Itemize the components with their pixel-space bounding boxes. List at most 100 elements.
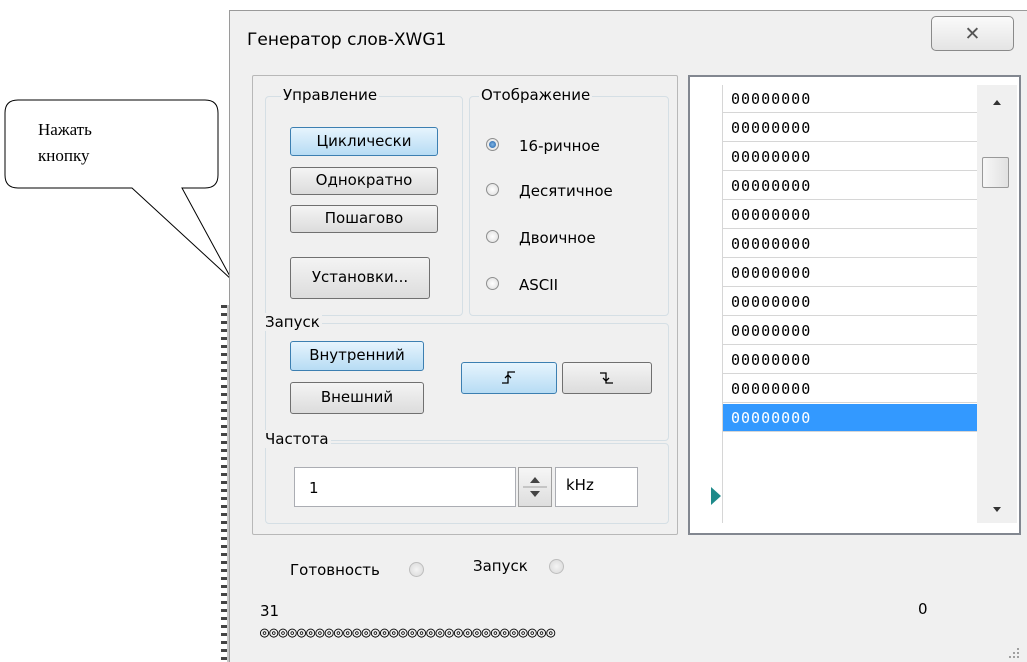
callout-text-line1: Нажать <box>38 120 92 139</box>
ready-indicator <box>409 562 424 577</box>
falling-edge-icon <box>600 372 613 384</box>
ready-label: Готовность <box>290 561 380 579</box>
word-row[interactable]: 00000000 <box>723 346 977 374</box>
bit-high-label: 31 <box>260 602 280 620</box>
word-value: 00000000 <box>731 90 812 108</box>
frequency-spinner[interactable] <box>518 467 552 507</box>
resize-grip-icon[interactable] <box>1006 645 1022 661</box>
bit-indicator-icon: ◎ <box>352 623 362 641</box>
word-value: 00000000 <box>731 119 812 137</box>
word-row[interactable]: 00000000 <box>723 230 977 258</box>
radio-decimal-label: Десятичное <box>519 182 613 200</box>
word-row[interactable]: 00000000 <box>723 114 977 142</box>
bit-indicator-icon: ◎ <box>260 623 270 641</box>
word-row[interactable]: 00000000 <box>723 172 977 200</box>
bit-indicator-icon: ◎ <box>481 623 491 641</box>
bit-indicator-icon: ◎ <box>435 623 445 641</box>
external-trigger-button[interactable]: Внешний <box>290 382 424 414</box>
word-value: 00000000 <box>731 264 812 282</box>
word-value: 00000000 <box>731 380 812 398</box>
bit-indicator-icon: ◎ <box>537 623 547 641</box>
frequency-input[interactable]: 1 <box>294 467 516 507</box>
current-row-marker <box>711 487 721 505</box>
radio-hex[interactable] <box>486 138 499 151</box>
bit-indicator-icon: ◎ <box>472 623 482 641</box>
radio-ascii[interactable] <box>486 277 499 290</box>
bit-indicators: ◎◎◎◎◎◎◎◎◎◎◎◎◎◎◎◎◎◎◎◎◎◎◎◎◎◎◎◎◎◎◎◎ <box>260 623 556 641</box>
word-value: 00000000 <box>731 235 812 253</box>
bit-indicator-icon: ◎ <box>509 623 519 641</box>
word-row[interactable]: 00000000 <box>723 288 977 316</box>
radio-binary[interactable] <box>486 230 499 243</box>
bit-indicator-icon: ◎ <box>380 623 390 641</box>
bit-indicator-icon: ◎ <box>343 623 353 641</box>
bit-indicator-icon: ◎ <box>398 623 408 641</box>
grid-scrollbar[interactable] <box>977 85 1017 523</box>
callout-text-line2: кнопку <box>38 146 90 165</box>
frequency-unit: kHz <box>566 476 594 494</box>
word-row[interactable]: 00000000 <box>723 375 977 403</box>
trigger-status-label: Запуск <box>473 557 528 575</box>
word-value: 00000000 <box>731 206 812 224</box>
window-title: Генератор слов-XWG1 <box>247 30 447 50</box>
trigger-group-label: Запуск <box>263 313 322 331</box>
bit-low-label: 0 <box>918 600 928 618</box>
bit-indicator-icon: ◎ <box>453 623 464 641</box>
bit-indicator-icon: ◎ <box>361 623 371 641</box>
spin-arrows-icon <box>523 477 547 497</box>
cyclic-button-label: Циклически <box>316 132 412 150</box>
cyclic-button[interactable]: Циклически <box>290 127 438 156</box>
scroll-up-icon <box>993 100 1001 105</box>
bit-indicator-icon: ◎ <box>500 623 510 641</box>
bit-indicator-icon: ◎ <box>546 623 556 641</box>
settings-button-label: Установки... <box>311 268 409 286</box>
word-row[interactable]: 00000000 <box>723 259 977 287</box>
trigger-indicator <box>549 559 564 574</box>
bit-indicator-icon: ◎ <box>416 623 427 641</box>
external-trigger-label: Внешний <box>320 388 394 406</box>
bit-indicator-icon: ◎ <box>324 623 334 641</box>
step-button[interactable]: Пошагово <box>290 205 438 233</box>
bit-indicator-icon: ◎ <box>287 623 297 641</box>
bit-indicator-icon: ◎ <box>518 623 528 641</box>
word-row[interactable]: 00000000 <box>723 85 977 113</box>
bit-indicator-icon: ◎ <box>490 623 501 641</box>
bit-indicator-icon: ◎ <box>278 623 288 641</box>
bit-indicator-icon: ◎ <box>407 623 417 641</box>
word-value: 00000000 <box>731 322 812 340</box>
internal-trigger-button[interactable]: Внутренний <box>290 341 424 371</box>
frequency-unit-field[interactable]: kHz <box>555 467 638 507</box>
word-value: 00000000 <box>731 409 812 427</box>
falling-edge-button[interactable] <box>562 362 652 394</box>
control-group-label: Управление <box>281 86 380 104</box>
rising-edge-icon <box>502 371 515 384</box>
bit-indicator-icon: ◎ <box>389 623 399 641</box>
radio-decimal[interactable] <box>486 183 499 196</box>
callout-bubble <box>4 99 233 281</box>
scroll-down-icon <box>993 507 1001 512</box>
frequency-value: 1 <box>309 479 319 497</box>
word-row[interactable]: 00000000 <box>723 201 977 229</box>
word-value: 00000000 <box>731 293 812 311</box>
single-button-label: Однократно <box>315 171 413 189</box>
close-icon: ✕ <box>964 23 981 45</box>
word-row[interactable]: 00000000 <box>723 143 977 171</box>
scroll-thumb[interactable] <box>982 157 1009 188</box>
bit-indicator-icon: ◎ <box>444 623 454 641</box>
word-value: 00000000 <box>731 177 812 195</box>
display-group <box>469 96 669 316</box>
frequency-group-label: Частота <box>263 430 331 448</box>
radio-hex-label: 16-ричное <box>519 137 600 155</box>
word-row[interactable]: 00000000 <box>723 317 977 345</box>
rising-edge-button[interactable] <box>461 362 557 394</box>
radio-ascii-label: ASCII <box>519 276 559 294</box>
radio-binary-label: Двоичное <box>519 229 596 247</box>
close-button[interactable]: ✕ <box>931 16 1014 51</box>
bit-indicator-icon: ◎ <box>296 623 307 641</box>
single-button[interactable]: Однократно <box>290 167 438 195</box>
settings-button[interactable]: Установки... <box>290 257 430 299</box>
word-row[interactable]: 00000000 <box>723 404 977 432</box>
word-value: 00000000 <box>731 351 812 369</box>
bit-indicator-icon: ◎ <box>527 623 538 641</box>
bit-indicator-icon: ◎ <box>315 623 325 641</box>
